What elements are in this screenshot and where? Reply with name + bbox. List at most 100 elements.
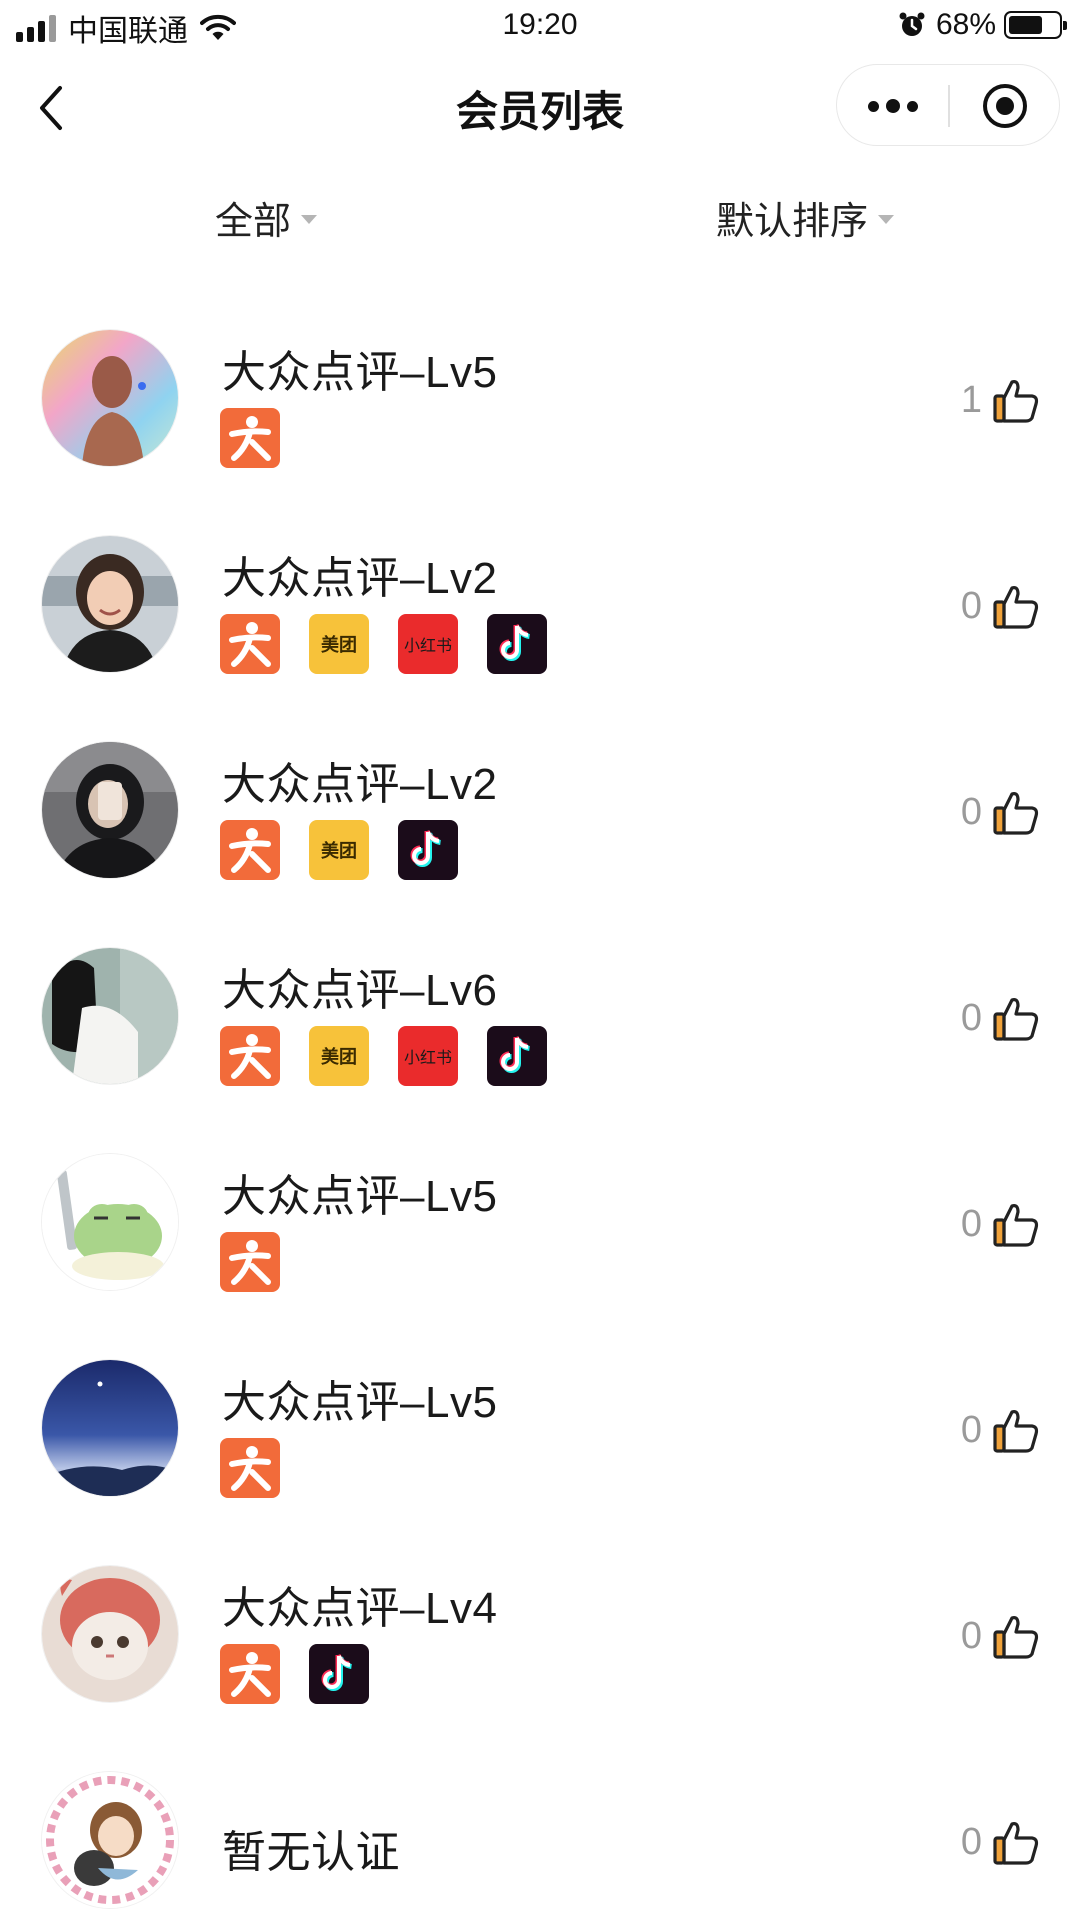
thumbs-up-icon (993, 792, 1039, 835)
dianping-badge (220, 1026, 280, 1086)
dianping-badge (220, 820, 280, 880)
member-name: 大众点评–Lv2 (222, 554, 498, 603)
douyin-badge (398, 820, 458, 880)
like-button[interactable]: 0 (961, 1194, 1042, 1254)
dianping-logo-icon (229, 828, 271, 873)
platform-badges (220, 1644, 369, 1704)
platform-badges: 美团 小红书 (220, 1026, 547, 1086)
dianping-badge (220, 408, 280, 468)
douyin-logo-icon (499, 1036, 530, 1073)
thumbs-up-icon (993, 586, 1039, 629)
platform-badges: 美团 (220, 820, 458, 880)
battery-fill (1009, 16, 1042, 34)
member-name: 大众点评–Lv4 (222, 1584, 498, 1633)
meituan-badge: 美团 (309, 614, 369, 674)
thumbs-up-icon (993, 1616, 1039, 1659)
like-button[interactable]: 0 (961, 782, 1042, 842)
more-button[interactable] (837, 65, 948, 147)
sort-filter[interactable]: 默认排序 (716, 190, 895, 245)
member-row[interactable]: 大众点评–Lv6 美团 小红书 0 (0, 918, 1080, 1124)
like-button[interactable]: 1 (961, 370, 1042, 430)
member-name: 暂无认证 (222, 1828, 400, 1877)
avatar (42, 1566, 178, 1702)
douyin-badge (487, 1026, 547, 1086)
like-button[interactable]: 0 (961, 1606, 1042, 1666)
platform-badges (220, 1438, 280, 1498)
like-count: 0 (960, 1820, 982, 1863)
meituan-logo-icon: 美团 (321, 1047, 357, 1067)
like-count: 0 (960, 584, 982, 627)
close-button[interactable] (949, 65, 1060, 147)
dianping-logo-icon (229, 1034, 271, 1079)
like-button[interactable]: 0 (961, 988, 1042, 1048)
douyin-logo-icon (499, 624, 530, 661)
filter-bar: 全部 默认排序 (0, 190, 1080, 250)
dianping-badge (220, 614, 280, 674)
like-count: 0 (960, 790, 982, 833)
status-bar: 中国联通 19:20 68% (0, 0, 1080, 52)
platform-badges (220, 408, 280, 468)
avatar (42, 1154, 178, 1290)
avatar (42, 1360, 178, 1496)
like-count: 0 (960, 1202, 982, 1245)
target-circle-icon (982, 84, 1027, 128)
douyin-badge (309, 1644, 369, 1704)
like-count: 0 (960, 1408, 982, 1451)
thumbs-up-icon (993, 380, 1039, 423)
more-dots-icon (867, 99, 918, 113)
member-row[interactable]: 大众点评–Lv2 美团 小红书 0 (0, 506, 1080, 712)
dianping-badge (220, 1644, 280, 1704)
like-count: 0 (960, 996, 982, 1039)
member-name: 大众点评–Lv5 (222, 348, 498, 397)
status-right: 68% (898, 8, 1067, 42)
member-row[interactable]: 大众点评–Lv2 美团 0 (0, 712, 1080, 918)
member-row[interactable]: 大众点评–Lv5 0 (0, 1124, 1080, 1330)
like-count: 1 (960, 378, 982, 421)
category-filter[interactable]: 全部 (215, 190, 318, 245)
douyin-logo-icon (321, 1654, 352, 1691)
avatar (42, 948, 178, 1084)
meituan-badge: 美团 (309, 820, 369, 880)
member-name: 大众点评–Lv5 (222, 1172, 498, 1221)
like-button[interactable]: 0 (961, 576, 1042, 636)
meituan-badge: 美团 (309, 1026, 369, 1086)
avatar (42, 536, 178, 672)
douyin-badge (487, 614, 547, 674)
dianping-logo-icon (229, 1652, 271, 1697)
like-count: 0 (960, 1614, 982, 1657)
nav-bar: 会员列表 (0, 52, 1080, 156)
member-name: 大众点评–Lv5 (222, 1378, 498, 1427)
avatar (42, 330, 178, 466)
xiaohongshu-logo-icon: 小红书 (403, 638, 452, 655)
xiaohongshu-logo-icon: 小红书 (403, 1050, 452, 1067)
thumbs-up-icon (993, 998, 1039, 1041)
member-list: 大众点评–Lv5 1 大众点评–Lv2 美团 小红书 0 大众点评–Lv2 美团 0 大众点评–L… (0, 300, 1080, 1920)
thumbs-up-icon (993, 1204, 1039, 1247)
category-filter-label: 全部 (215, 201, 292, 243)
meituan-logo-icon: 美团 (321, 841, 357, 861)
avatar (42, 1772, 178, 1908)
battery-icon (1004, 11, 1067, 39)
caret-down-icon (878, 215, 895, 224)
member-row[interactable]: 大众点评–Lv5 1 (0, 300, 1080, 506)
member-row[interactable]: 大众点评–Lv4 0 (0, 1536, 1080, 1742)
platform-badges (220, 1232, 280, 1292)
dianping-badge (220, 1438, 280, 1498)
like-button[interactable]: 0 (961, 1812, 1042, 1872)
dianping-logo-icon (229, 1446, 271, 1491)
member-row[interactable]: 暂无认证 0 (0, 1742, 1080, 1920)
thumbs-up-icon (993, 1822, 1039, 1865)
meituan-logo-icon: 美团 (321, 635, 357, 655)
caret-down-icon (301, 215, 318, 224)
xiaohongshu-badge: 小红书 (398, 614, 458, 674)
like-button[interactable]: 0 (961, 1400, 1042, 1460)
dianping-badge (220, 1232, 280, 1292)
sort-filter-label: 默认排序 (716, 201, 869, 243)
dianping-logo-icon (229, 416, 271, 461)
avatar (42, 742, 178, 878)
douyin-logo-icon (410, 830, 441, 867)
member-name: 大众点评–Lv6 (222, 966, 498, 1015)
member-row[interactable]: 大众点评–Lv5 0 (0, 1330, 1080, 1536)
xiaohongshu-badge: 小红书 (398, 1026, 458, 1086)
member-name: 大众点评–Lv2 (222, 760, 498, 809)
